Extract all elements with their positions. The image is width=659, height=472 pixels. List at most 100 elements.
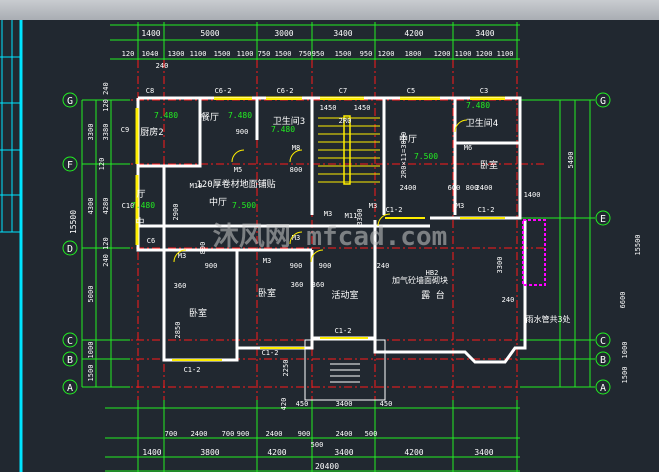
dimension-text: 120 240 — [102, 82, 110, 112]
axis-label: A — [600, 383, 606, 394]
dimension-text: 5400 — [567, 152, 575, 169]
dimension-text: 1400 — [524, 191, 541, 199]
dimension-text: 1500 — [214, 50, 231, 58]
window-label: C1-2 — [335, 327, 352, 335]
window-label: C6-2 — [277, 87, 294, 95]
dimension-text: 1400 — [142, 448, 161, 457]
annotation-text: 2850 — [174, 322, 182, 339]
axis-label: D — [67, 244, 73, 255]
room-label: 厨房2 — [140, 126, 163, 138]
window-label: C3 — [480, 87, 488, 95]
room-label: 中 — [135, 216, 144, 228]
dimension-text: 1100 — [497, 50, 514, 58]
dimension-text: 2400 — [266, 430, 283, 438]
dimension-text: 1800 — [405, 50, 422, 58]
dimension-text: 750 — [258, 50, 271, 58]
axis-label: A — [67, 383, 73, 394]
dimension-text: 1040 — [142, 50, 159, 58]
dimension-text: 700 — [165, 430, 178, 438]
dimension-text: 500 — [365, 430, 378, 438]
dimension-text: 4300 — [87, 198, 95, 215]
cad-viewport[interactable]: G F D C B A G E C B A 1400 5000 3000 3400 4200 3400 120 10… — [0, 0, 659, 472]
dimension-text: 4280 — [102, 198, 110, 215]
dimension-text: 1200 — [476, 50, 493, 58]
dimension-text: 1000 — [87, 342, 95, 359]
room-label: 卧室 — [480, 159, 498, 171]
room-label: 厅 — [136, 189, 145, 200]
dimension-text: 900 — [237, 430, 250, 438]
window-label: C9 — [121, 126, 129, 134]
annotation-text: 900 — [236, 128, 249, 136]
annotation-text: 900 — [290, 262, 303, 270]
annotation-text: 360 — [174, 282, 187, 290]
door-label: M6 — [464, 144, 472, 152]
floor-plan-drawing[interactable]: GFDCBAGECBA1400 5000 3000 3400 4200 3400120 10… — [0, 0, 659, 472]
door-label: M3 — [369, 202, 377, 210]
door-label: M3 — [178, 252, 186, 260]
dimension-text: 450 — [380, 400, 393, 408]
dimension-text: 240 — [502, 296, 515, 304]
window-label: C1-2 — [478, 206, 495, 214]
annotation-text: 2400 — [400, 184, 417, 192]
dimension-text: 2400 — [191, 430, 208, 438]
dimension-text: 4200 — [267, 448, 286, 457]
dimension-text: 1500 — [87, 365, 95, 382]
room-label: 卧室 — [189, 307, 207, 319]
dimension-text: 750 — [299, 50, 312, 58]
window-label: C6-2 — [215, 87, 232, 95]
room-label: 中厅 — [209, 196, 227, 208]
annotation-text: 800 — [466, 184, 479, 192]
window-label: C1-2 — [262, 349, 279, 357]
watermark-logo: 沐风网 mfcad.com — [213, 222, 448, 252]
dimension-text: 1300 — [168, 50, 185, 58]
annotation-text: HB2 — [426, 269, 439, 277]
annotation-text: 2250 — [282, 360, 290, 377]
dimension-text: 1200 — [378, 50, 395, 58]
dimension-text: 1200 — [434, 50, 451, 58]
dimension-text: 5000 — [200, 29, 219, 38]
annotation-text: 900 — [205, 262, 218, 270]
axis-label: G — [67, 96, 73, 107]
dimension-text: 1100 — [455, 50, 472, 58]
dimension-text: 120 — [98, 158, 106, 171]
annotation-text: 800 — [290, 166, 303, 174]
dimension-text: 450 — [296, 400, 309, 408]
axis-label: B — [67, 355, 73, 366]
annotation-text: 加气砼墙面砌块 — [392, 275, 448, 285]
dimension-text: 3380 — [102, 124, 110, 141]
elevation-mark: 7.480 — [154, 111, 178, 120]
dimension-text: 15500 — [69, 210, 78, 234]
elevation-mark: 7.480 — [271, 125, 295, 134]
door-label: M3 — [456, 202, 464, 210]
window-label: C7 — [339, 87, 347, 95]
window-label: C8 — [146, 87, 154, 95]
window-label: C6 — [147, 237, 155, 245]
dimension-text: 1500 — [621, 367, 629, 384]
elevation-mark: 7.480 — [466, 101, 490, 110]
dimension-text: 20400 — [315, 462, 339, 471]
annotation-text: 360 — [312, 281, 325, 289]
dimension-text: 3400 — [474, 448, 493, 457]
axis-label: F — [67, 160, 73, 171]
dimension-text: 950 — [312, 50, 325, 58]
window-label: C1-2 — [184, 366, 201, 374]
dimension-text: 3400 — [475, 29, 494, 38]
dimension-text: 3400 — [336, 400, 353, 408]
dimension-text: 120 — [122, 50, 135, 58]
axis-label: E — [600, 214, 606, 225]
dimension-text: 900 — [298, 430, 311, 438]
room-label: 餐厅 — [201, 111, 219, 123]
dimension-text: 3000 — [274, 29, 293, 38]
elevation-mark: 7.480 — [228, 111, 252, 120]
room-label: 露 台 — [421, 289, 444, 301]
dimension-text: 1100 — [190, 50, 207, 58]
dimension-text: 5000 — [87, 286, 95, 303]
dimension-text: 1000 — [621, 342, 629, 359]
axis-label: B — [600, 355, 606, 366]
annotation-text: 800 — [199, 242, 207, 255]
axis-label: C — [67, 336, 73, 347]
door-label: M3 — [263, 257, 271, 265]
door-label: M5 — [234, 166, 242, 174]
annotation-text: 360 — [291, 281, 304, 289]
dimension-text: 4200 — [404, 29, 423, 38]
